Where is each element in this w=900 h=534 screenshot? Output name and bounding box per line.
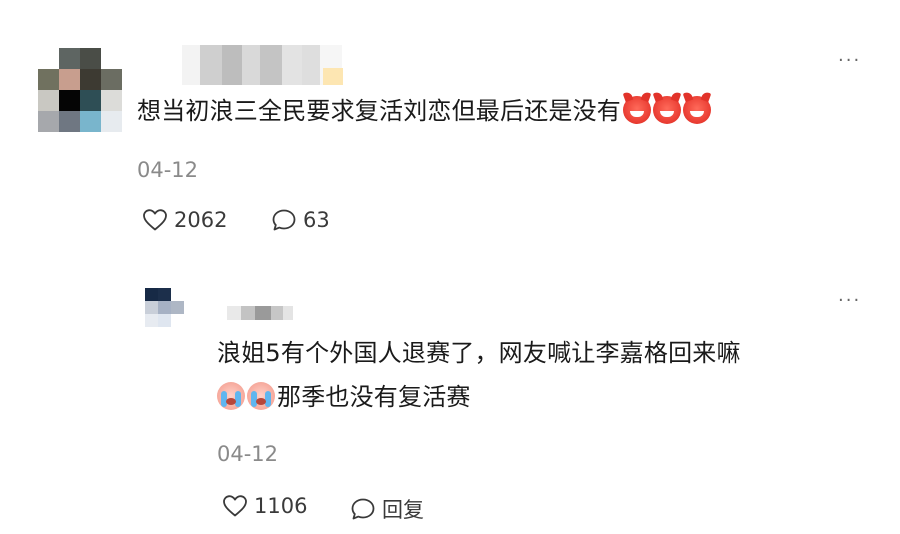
like-button[interactable]: 2062 (142, 208, 227, 232)
comment-bubble-icon (351, 498, 375, 520)
heart-icon (143, 209, 167, 231)
reply-text-line1: 浪姐5有个外国人退赛了，网友喊让李嘉格回来嘛 (217, 339, 741, 367)
username-blurred[interactable] (182, 45, 342, 85)
like-count: 2062 (174, 208, 228, 232)
reply-label: 回复 (382, 498, 424, 522)
devil-emoji-icon (653, 96, 681, 124)
more-options-button[interactable]: ··· (838, 52, 861, 70)
comment-text: 想当初浪三全民要求复活刘恋但最后还是没有 (137, 92, 711, 130)
comment-bubble-icon (272, 209, 296, 231)
reply-avatar[interactable] (145, 288, 197, 340)
reply-count: 63 (303, 208, 330, 232)
comment-date: 04-12 (137, 158, 199, 182)
reply-username-blurred[interactable] (227, 306, 293, 320)
devil-emoji-icon (623, 96, 651, 124)
reply-text-line2: 那季也没有复活赛 (217, 378, 471, 416)
reply-count-button[interactable]: 63 (271, 208, 330, 232)
comment-text-body: 想当初浪三全民要求复活刘恋但最后还是没有 (137, 97, 621, 125)
heart-icon (223, 495, 247, 517)
reply-button[interactable]: 回复 (350, 494, 424, 524)
crying-emoji-icon (247, 382, 275, 410)
devil-emoji-icon (683, 96, 711, 124)
avatar[interactable] (38, 48, 122, 132)
reply-date: 04-12 (217, 442, 279, 466)
reply-text-line2-body: 那季也没有复活赛 (277, 383, 471, 411)
reply-more-options-button[interactable]: ··· (838, 292, 861, 310)
reply-like-count: 1106 (254, 494, 308, 518)
crying-emoji-icon (217, 382, 245, 410)
reply-like-button[interactable]: 1106 (222, 494, 307, 518)
user-badge (323, 68, 343, 85)
